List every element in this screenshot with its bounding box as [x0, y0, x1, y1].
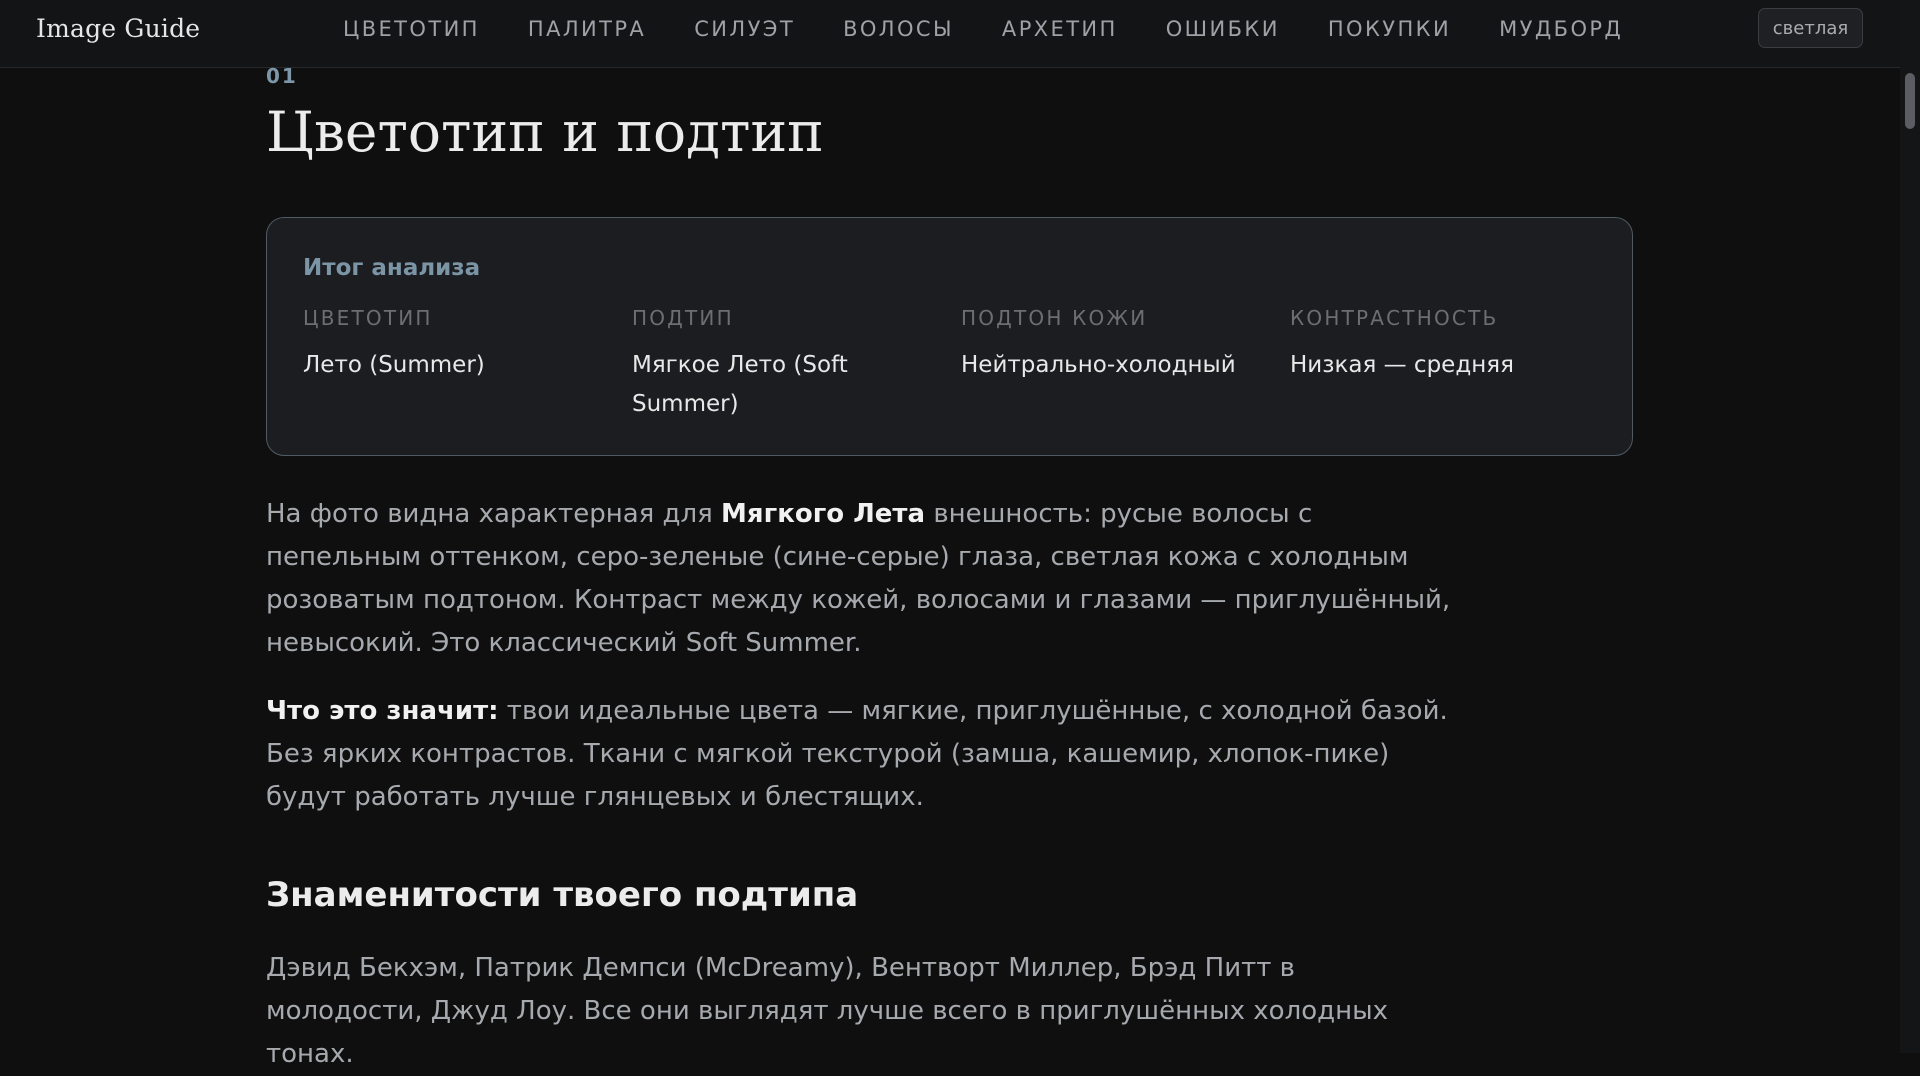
nav-link-palitra[interactable]: ПАЛИТРА — [528, 17, 646, 41]
summary-item-tsvetotip: ЦВЕТОТИП Лето (Summer) — [303, 306, 632, 424]
brand-logo[interactable]: Image Guide — [36, 14, 200, 43]
nav-link-oshibki[interactable]: ОШИБКИ — [1166, 17, 1280, 41]
summary-label: ПОДТИП — [632, 306, 734, 330]
page-scrollbar[interactable] — [1900, 0, 1920, 1053]
paragraph-text: На фото видна характерная для — [266, 499, 722, 529]
nav-link-pokupki[interactable]: ПОКУПКИ — [1328, 17, 1451, 41]
nav-link-mudbord[interactable]: МУДБОРД — [1499, 17, 1623, 41]
top-navigation-bar: Image Guide ЦВЕТОТИП ПАЛИТРА СИЛУЭТ ВОЛО… — [0, 0, 1900, 68]
paragraph-emphasis: Мягкого Лета — [721, 499, 926, 529]
nav-link-arkhetip[interactable]: АРХЕТИП — [1002, 17, 1118, 41]
summary-item-kontrast: КОНТРАСТНОСТЬ Низкая — средняя — [1290, 306, 1619, 424]
celebrities-heading: Знаменитости твоего подтипа — [266, 875, 859, 915]
nav-link-volosy[interactable]: ВОЛОСЫ — [843, 17, 954, 41]
paragraph-emphasis: Что это значит: — [266, 696, 499, 726]
summary-value: Нейтрально-холодный — [961, 352, 1236, 378]
section-number: 01 — [266, 64, 298, 88]
summary-value: Мягкое Лето (Soft Summer) — [632, 352, 848, 417]
summary-label: ЦВЕТОТИП — [303, 306, 433, 330]
summary-label: ПОДТОН КОЖИ — [961, 306, 1148, 330]
nav-link-tsvetotip[interactable]: ЦВЕТОТИП — [343, 17, 480, 41]
summary-value: Низкая — средняя — [1290, 352, 1514, 378]
summary-title: Итог анализа — [303, 255, 481, 281]
summary-grid: ЦВЕТОТИП Лето (Summer) ПОДТИП Мягкое Лет… — [303, 306, 1619, 424]
analysis-paragraph: На фото видна характерная для Мягкого Ле… — [266, 493, 1456, 665]
section-title: Цветотип и подтип — [266, 100, 824, 164]
summary-value: Лето (Summer) — [303, 352, 485, 378]
theme-toggle-button[interactable]: светлая — [1758, 8, 1863, 48]
main-nav: ЦВЕТОТИП ПАЛИТРА СИЛУЭТ ВОЛОСЫ АРХЕТИП О… — [343, 17, 1623, 41]
nav-link-siluet[interactable]: СИЛУЭТ — [694, 17, 795, 41]
summary-item-podton: ПОДТОН КОЖИ Нейтрально-холодный — [961, 306, 1290, 424]
summary-item-podtip: ПОДТИП Мягкое Лето (Soft Summer) — [632, 306, 961, 424]
meaning-paragraph: Что это значит: твои идеальные цвета — м… — [266, 690, 1456, 819]
scrollbar-thumb[interactable] — [1905, 73, 1915, 129]
analysis-summary-card: Итог анализа ЦВЕТОТИП Лето (Summer) ПОДТ… — [266, 217, 1633, 456]
celebrities-paragraph: Дэвид Бекхэм, Патрик Демпси (McDreamy), … — [266, 953, 1388, 1069]
summary-label: КОНТРАСТНОСТЬ — [1290, 306, 1499, 330]
